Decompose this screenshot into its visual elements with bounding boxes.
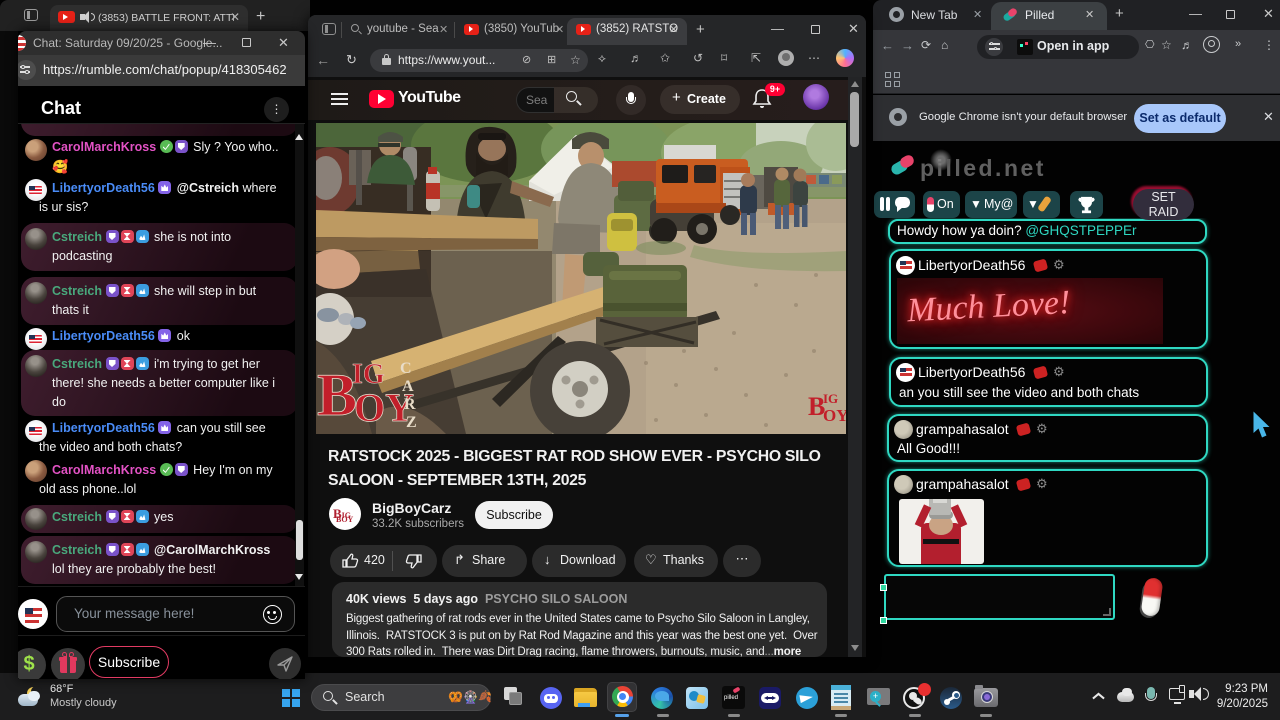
svg-text:Z: Z bbox=[406, 414, 417, 431]
svg-text:R: R bbox=[404, 396, 416, 413]
svg-text:IG: IG bbox=[823, 391, 838, 406]
svg-text:C: C bbox=[400, 360, 412, 377]
svg-text:A: A bbox=[402, 378, 414, 395]
svg-text:OY: OY bbox=[823, 406, 846, 425]
